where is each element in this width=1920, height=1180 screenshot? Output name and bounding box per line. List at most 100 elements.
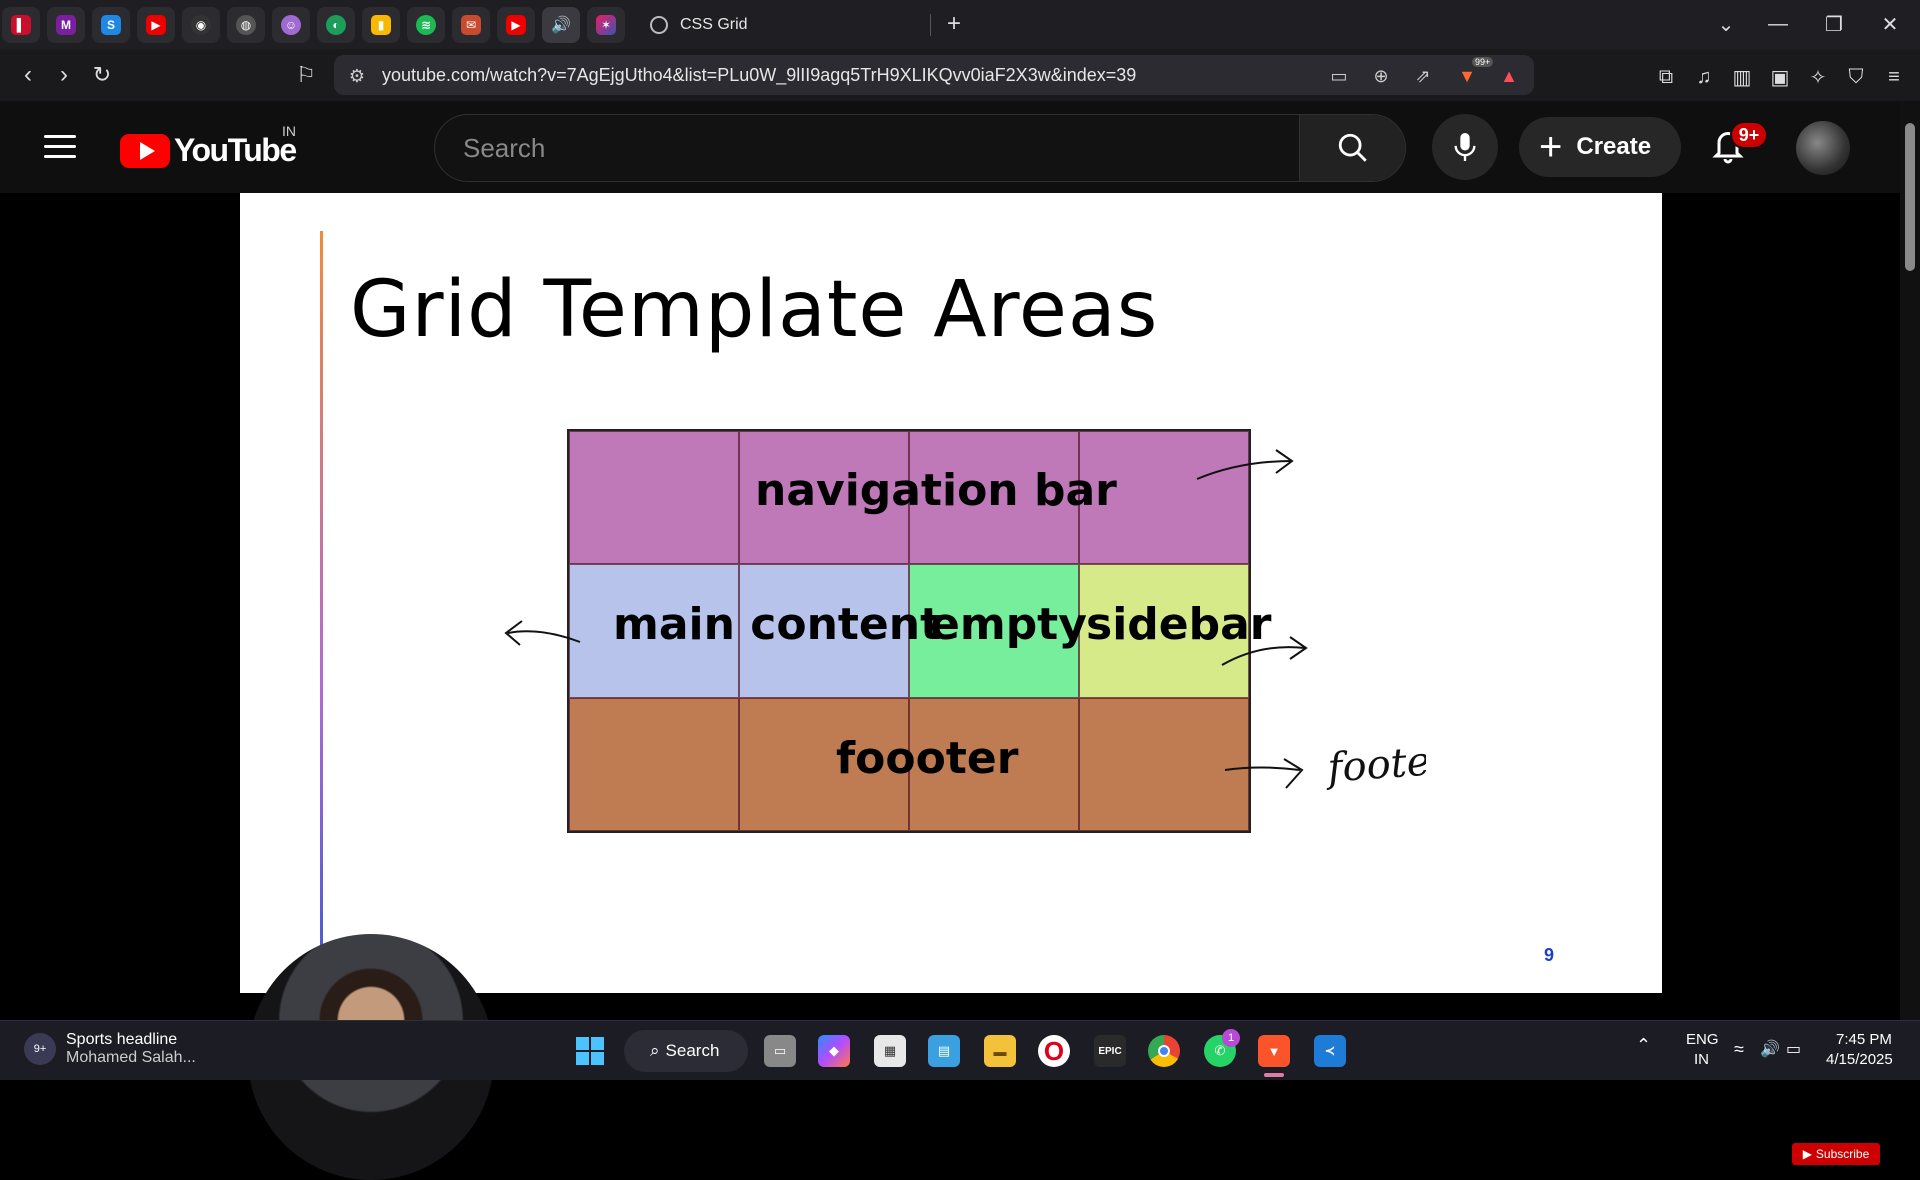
handwritten-annotations: [504, 449, 1308, 789]
clock-date[interactable]: 4/15/2025: [1826, 1051, 1893, 1068]
wifi-icon[interactable]: ≈: [1734, 1039, 1744, 1060]
chevron-down-icon: ⌄: [1717, 13, 1735, 36]
handwritten-note: footer: [1326, 737, 1426, 792]
browser-tab-bar: ▌ M S ▶ ◉ ◍ ☺ ◐ ▮ ≋ ✉ ▶ 🔊 ✶ CSS Grid + ⌄…: [0, 0, 1920, 49]
pinned-tab-youtube[interactable]: ▶: [137, 7, 175, 43]
wallet-icon[interactable]: ▣: [1768, 65, 1792, 89]
start-button[interactable]: [574, 1035, 606, 1067]
page-scrollbar[interactable]: [1900, 101, 1920, 1020]
reload-button[interactable]: ↻: [84, 57, 120, 93]
microphone-icon: [1454, 133, 1476, 161]
new-tab-button[interactable]: +: [934, 8, 974, 40]
pinned-tab-audio[interactable]: 🔊: [542, 7, 580, 43]
pinned-tab-mail[interactable]: ✉: [452, 7, 490, 43]
address-bar[interactable]: ⚙ youtube.com/watch?v=7AgEjgUtho4&list=P…: [334, 55, 1534, 95]
pinned-tab-keep[interactable]: ▮: [362, 7, 400, 43]
account-avatar[interactable]: [1796, 121, 1850, 175]
subscribe-watermark[interactable]: ▶ Subscribe: [1792, 1143, 1880, 1165]
battery-icon[interactable]: ▭: [1786, 1039, 1801, 1059]
search-button[interactable]: [1299, 115, 1405, 181]
youtube-header: YouTube IN + Create 9+: [0, 101, 1900, 193]
create-button[interactable]: + Create: [1519, 117, 1681, 177]
pinned-tab-github[interactable]: ◉: [182, 7, 220, 43]
video-player[interactable]: Grid Template Areas navigation bar main …: [0, 193, 1900, 1180]
forward-button[interactable]: ›: [46, 57, 82, 93]
pinned-tab-8[interactable]: ◐: [317, 7, 355, 43]
media-icon[interactable]: ♫: [1692, 65, 1716, 89]
news-widget[interactable]: 9+ Sports headline Mohamed Salah...: [24, 1031, 196, 1067]
task-view-icon[interactable]: ▭: [764, 1035, 796, 1067]
pinned-tab-3[interactable]: S: [92, 7, 130, 43]
windows-logo-icon: [576, 1037, 604, 1065]
site-settings-icon[interactable]: ⚙: [346, 65, 368, 87]
control-panel-icon[interactable]: ▤: [928, 1035, 960, 1067]
close-window-button[interactable]: ✕: [1870, 8, 1910, 40]
search-input[interactable]: [435, 115, 1299, 181]
hamburger-icon-line: [44, 155, 76, 158]
vscode-icon[interactable]: ≺: [1314, 1035, 1346, 1067]
brave-shields-icon[interactable]: ▼: [1456, 65, 1478, 87]
vpn-icon[interactable]: ⛉: [1844, 65, 1868, 89]
chrome-icon[interactable]: [1148, 1035, 1180, 1067]
youtube-play-icon: [120, 133, 170, 168]
clock-time[interactable]: 7:45 PM: [1836, 1031, 1892, 1048]
tab-list-button[interactable]: ⌄: [1706, 8, 1746, 40]
url-text[interactable]: youtube.com/watch?v=7AgEjgUtho4&list=PLu…: [382, 65, 1136, 86]
hamburger-icon: [44, 135, 76, 138]
search-icon: [1338, 133, 1367, 162]
menu-icon[interactable]: ≡: [1882, 65, 1906, 89]
create-label: Create: [1576, 133, 1652, 160]
pinned-tab-spotify[interactable]: ≋: [407, 7, 445, 43]
guide-menu-button[interactable]: [44, 135, 76, 159]
speaker-icon: 🔊: [551, 17, 571, 34]
language-primary[interactable]: ENG: [1686, 1031, 1719, 1048]
pinned-tab-gmail[interactable]: M: [47, 7, 85, 43]
back-button[interactable]: ‹: [10, 57, 46, 93]
news-title: Sports headline: [66, 1031, 178, 1048]
volume-icon[interactable]: 🔊: [1760, 1039, 1780, 1059]
search-box: [434, 114, 1406, 182]
globe-icon: ◍: [236, 15, 256, 35]
restore-button[interactable]: ❐: [1814, 8, 1854, 40]
pinned-tab-1[interactable]: ▌: [2, 7, 40, 43]
whatsapp-badge: 1: [1222, 1029, 1240, 1047]
app-icon: ◐: [326, 15, 346, 35]
brave-icon[interactable]: ▼: [1258, 1035, 1290, 1067]
extensions-icon[interactable]: ⧉: [1654, 65, 1678, 89]
globe-icon: [650, 16, 668, 34]
subscribe-label: Subscribe: [1815, 1147, 1870, 1161]
bookmark-button[interactable]: ⚐: [288, 57, 324, 93]
youtube-icon: ▶: [506, 15, 526, 35]
opera-icon[interactable]: O: [1038, 1035, 1070, 1067]
arrow-main: [507, 630, 581, 643]
chevron-up-icon[interactable]: ⌃: [1636, 1035, 1651, 1056]
pinned-tab-6[interactable]: ◍: [227, 7, 265, 43]
tab-css-grid[interactable]: CSS Grid: [634, 6, 934, 44]
pinned-tab-7[interactable]: ☺: [272, 7, 310, 43]
voice-search-button[interactable]: [1432, 114, 1498, 180]
youtube-icon: ▶: [1802, 1147, 1812, 1161]
github-icon: ◉: [191, 15, 211, 35]
pinned-tab-14[interactable]: ✶: [587, 7, 625, 43]
language-secondary[interactable]: IN: [1694, 1051, 1709, 1068]
search-icon: ⌕: [650, 1041, 660, 1060]
notifications-badge: 9+: [1730, 121, 1768, 149]
leo-ai-icon[interactable]: ✧: [1806, 65, 1830, 89]
taskbar-search[interactable]: ⌕ Search: [624, 1030, 748, 1072]
youtube-logo[interactable]: YouTube: [120, 132, 297, 169]
news-badge: 9+: [24, 1033, 56, 1065]
windows-taskbar: 9+ Sports headline Mohamed Salah... ⌕ Se…: [0, 1020, 1920, 1080]
zoom-icon[interactable]: ⊕: [1370, 65, 1392, 87]
cast-icon[interactable]: ▭: [1328, 65, 1350, 87]
pinned-tab-youtube-2[interactable]: ▶: [497, 7, 535, 43]
store-icon[interactable]: ▦: [874, 1035, 906, 1067]
copilot-icon[interactable]: ◆: [818, 1035, 850, 1067]
share-icon[interactable]: ⇗: [1412, 65, 1434, 87]
epic-games-icon[interactable]: EPIC: [1094, 1035, 1126, 1067]
file-explorer-icon[interactable]: ▬: [984, 1035, 1016, 1067]
minimize-button[interactable]: —: [1758, 8, 1798, 40]
scrollbar-thumb[interactable]: [1905, 123, 1915, 271]
brave-rewards-icon[interactable]: ▲: [1498, 65, 1520, 87]
arrowhead-footer: [1283, 758, 1304, 789]
sidebar-toggle-icon[interactable]: ▥: [1730, 65, 1754, 89]
